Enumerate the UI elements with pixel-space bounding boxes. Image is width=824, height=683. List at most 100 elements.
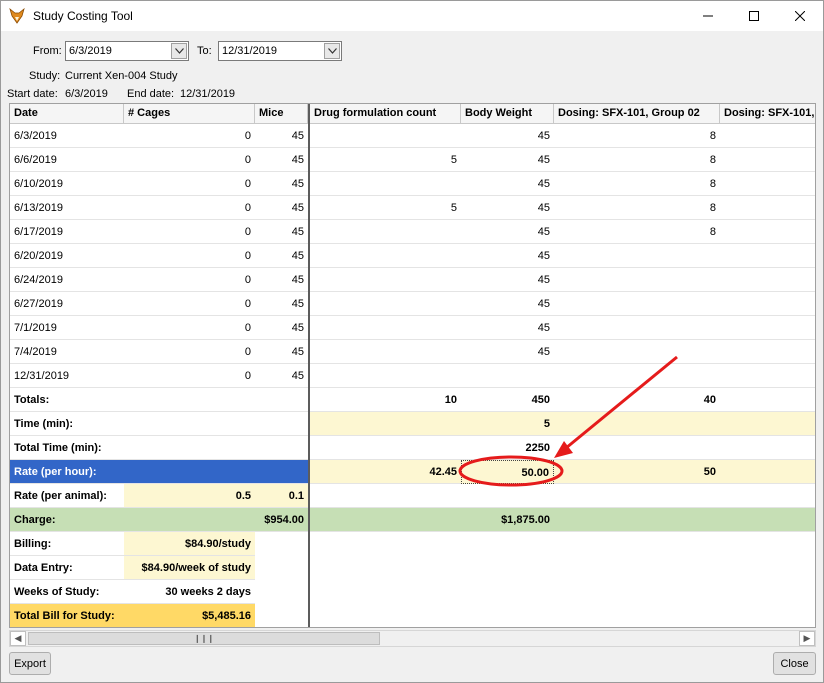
table-cell[interactable]: 0 bbox=[124, 340, 255, 364]
table-cell[interactable] bbox=[461, 364, 554, 388]
chevron-down-icon[interactable] bbox=[171, 43, 187, 59]
table-cell[interactable]: 0 bbox=[124, 316, 255, 340]
rate-per-hour-dosing-input[interactable]: 50 bbox=[554, 460, 720, 484]
table-cell[interactable]: 45 bbox=[461, 148, 554, 172]
table-cell[interactable]: 45 bbox=[255, 316, 308, 340]
column-header-dosing-next[interactable]: Dosing: SFX-101, bbox=[720, 104, 815, 124]
table-cell[interactable]: 45 bbox=[461, 124, 554, 148]
time-drug-input[interactable] bbox=[310, 412, 461, 436]
table-cell[interactable] bbox=[310, 364, 461, 388]
table-cell[interactable] bbox=[554, 244, 720, 268]
table-cell[interactable]: 45 bbox=[461, 340, 554, 364]
table-cell[interactable] bbox=[554, 340, 720, 364]
table-cell[interactable]: 0 bbox=[124, 244, 255, 268]
table-cell[interactable] bbox=[720, 340, 815, 364]
table-cell[interactable]: 45 bbox=[461, 220, 554, 244]
table-cell[interactable]: 8 bbox=[554, 220, 720, 244]
table-cell[interactable] bbox=[310, 244, 461, 268]
table-cell[interactable] bbox=[554, 268, 720, 292]
column-header-body-weight[interactable]: Body Weight bbox=[461, 104, 554, 124]
table-cell[interactable]: 5 bbox=[310, 196, 461, 220]
table-cell[interactable] bbox=[720, 124, 815, 148]
scroll-left-arrow-icon[interactable]: ◀ bbox=[10, 631, 26, 646]
column-header-date[interactable]: Date bbox=[10, 104, 124, 124]
table-cell[interactable] bbox=[554, 316, 720, 340]
table-cell[interactable]: 7/1/2019 bbox=[10, 316, 124, 340]
table-cell[interactable]: 6/20/2019 bbox=[10, 244, 124, 268]
column-header-mice[interactable]: Mice bbox=[255, 104, 308, 124]
table-cell[interactable] bbox=[720, 148, 815, 172]
table-cell[interactable] bbox=[310, 268, 461, 292]
table-cell[interactable]: 0 bbox=[124, 268, 255, 292]
table-cell[interactable]: 45 bbox=[255, 268, 308, 292]
table-cell[interactable]: 8 bbox=[554, 148, 720, 172]
table-cell[interactable]: 6/27/2019 bbox=[10, 292, 124, 316]
table-cell[interactable]: 6/6/2019 bbox=[10, 148, 124, 172]
table-cell[interactable] bbox=[720, 244, 815, 268]
table-cell[interactable]: 45 bbox=[255, 148, 308, 172]
table-cell[interactable]: 45 bbox=[461, 172, 554, 196]
table-cell[interactable] bbox=[720, 268, 815, 292]
table-cell[interactable]: 45 bbox=[255, 244, 308, 268]
costing-grid[interactable]: Date # Cages Mice Drug formulation count… bbox=[9, 103, 816, 628]
table-cell[interactable] bbox=[554, 364, 720, 388]
table-cell[interactable]: 6/17/2019 bbox=[10, 220, 124, 244]
table-cell[interactable]: 8 bbox=[554, 196, 720, 220]
table-cell[interactable]: 6/24/2019 bbox=[10, 268, 124, 292]
column-header-dosing-group-02[interactable]: Dosing: SFX-101, Group 02 bbox=[554, 104, 720, 124]
table-cell[interactable]: 45 bbox=[255, 172, 308, 196]
table-cell[interactable]: 8 bbox=[554, 124, 720, 148]
table-cell[interactable]: 12/31/2019 bbox=[10, 364, 124, 388]
chevron-down-icon[interactable] bbox=[324, 43, 340, 59]
table-cell[interactable] bbox=[554, 292, 720, 316]
close-window-button[interactable] bbox=[777, 1, 823, 31]
table-cell[interactable] bbox=[310, 220, 461, 244]
scrollbar-thumb[interactable]: ❙❙❙ bbox=[28, 632, 380, 645]
column-header-cages[interactable]: # Cages bbox=[124, 104, 255, 124]
table-cell[interactable]: 45 bbox=[255, 340, 308, 364]
billing-value-input[interactable]: $84.90/study bbox=[124, 532, 255, 556]
table-cell[interactable] bbox=[720, 292, 815, 316]
data-entry-value-input[interactable]: $84.90/week of study bbox=[124, 556, 255, 580]
maximize-button[interactable] bbox=[731, 1, 777, 31]
table-cell[interactable]: 7/4/2019 bbox=[10, 340, 124, 364]
table-cell[interactable]: 45 bbox=[461, 316, 554, 340]
table-cell[interactable]: 0 bbox=[124, 124, 255, 148]
table-cell[interactable]: 0 bbox=[124, 148, 255, 172]
table-cell[interactable]: 45 bbox=[255, 196, 308, 220]
time-dosing-input[interactable] bbox=[554, 412, 815, 436]
export-button[interactable]: Export bbox=[9, 652, 51, 675]
table-cell[interactable] bbox=[310, 124, 461, 148]
time-body-weight-input[interactable]: 5 bbox=[461, 412, 554, 436]
scroll-right-arrow-icon[interactable]: ▶ bbox=[799, 631, 815, 646]
table-cell[interactable] bbox=[310, 172, 461, 196]
table-cell[interactable] bbox=[720, 316, 815, 340]
rate-per-hour-drug-input[interactable]: 42.45 bbox=[310, 460, 461, 484]
table-cell[interactable]: 45 bbox=[461, 292, 554, 316]
rate-per-hour-body-weight-input[interactable]: 50.00 bbox=[461, 460, 554, 484]
table-cell[interactable] bbox=[720, 220, 815, 244]
table-cell[interactable]: 6/13/2019 bbox=[10, 196, 124, 220]
horizontal-scrollbar[interactable]: ◀ ❙❙❙ ▶ bbox=[9, 630, 816, 647]
from-date-dropdown[interactable]: 6/3/2019 bbox=[65, 41, 189, 61]
table-cell[interactable] bbox=[310, 340, 461, 364]
table-cell[interactable] bbox=[720, 364, 815, 388]
table-cell[interactable]: 0 bbox=[124, 172, 255, 196]
minimize-button[interactable] bbox=[685, 1, 731, 31]
table-cell[interactable]: 45 bbox=[461, 268, 554, 292]
column-header-drug-formulation[interactable]: Drug formulation count bbox=[310, 104, 461, 124]
table-cell[interactable]: 6/10/2019 bbox=[10, 172, 124, 196]
table-cell[interactable]: 0 bbox=[124, 364, 255, 388]
table-cell[interactable] bbox=[720, 196, 815, 220]
table-cell[interactable]: 45 bbox=[461, 196, 554, 220]
rate-per-hour-filler[interactable] bbox=[720, 460, 815, 484]
table-cell[interactable] bbox=[720, 172, 815, 196]
table-cell[interactable] bbox=[310, 316, 461, 340]
table-cell[interactable] bbox=[310, 292, 461, 316]
table-cell[interactable]: 45 bbox=[255, 364, 308, 388]
table-cell[interactable]: 6/3/2019 bbox=[10, 124, 124, 148]
table-cell[interactable]: 5 bbox=[310, 148, 461, 172]
table-cell[interactable]: 45 bbox=[255, 124, 308, 148]
rate-per-animal-mice-input[interactable]: 0.1 bbox=[255, 484, 308, 508]
table-cell[interactable]: 0 bbox=[124, 196, 255, 220]
